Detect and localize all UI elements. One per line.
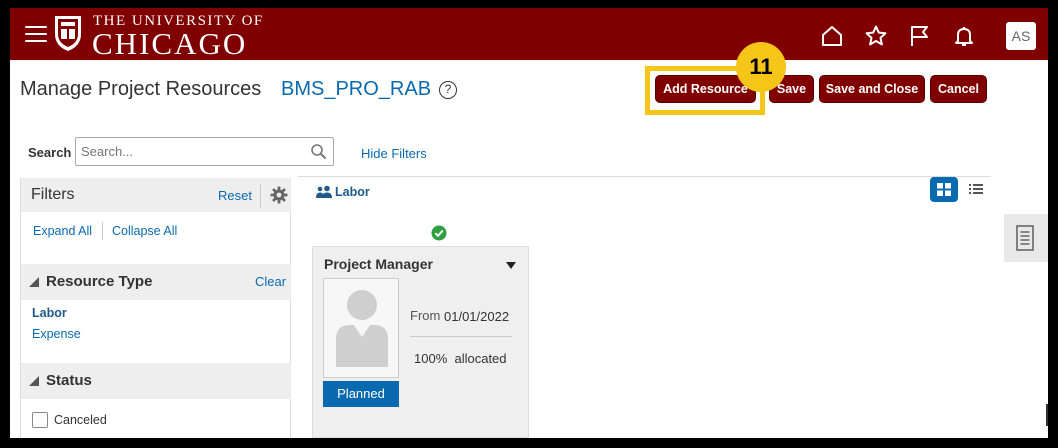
person-placeholder-icon [336,290,388,367]
project-name-link[interactable]: BMS_PRO_RAB [281,78,431,101]
search-icon[interactable] [310,143,327,160]
status-title: Status [46,372,92,389]
filters-header: Filters Reset [21,178,291,212]
resource-card[interactable]: Project Manager From 01/01/2022 100% all… [312,246,529,438]
global-header: THE UNIVERSITY OF CHICAGO AS [10,8,1048,61]
gear-icon[interactable] [270,186,288,204]
collapse-triangle-icon[interactable] [29,376,39,386]
content-divider [298,176,991,177]
hide-filters-link[interactable]: Hide Filters [361,146,427,161]
collapse-triangle-icon[interactable] [29,277,39,287]
clear-resource-type-link[interactable]: Clear [255,274,286,289]
status-canceled-checkbox[interactable] [32,412,48,428]
card-divider [410,336,512,337]
logo-wordmark-bottom: CHICAGO [92,26,248,61]
collapse-all-link[interactable]: Collapse All [112,224,177,238]
check-circle-icon [431,225,447,241]
people-group-icon [316,185,332,198]
home-icon[interactable] [820,24,844,48]
resource-type-title: Resource Type [46,273,153,290]
step-number-badge: 11 [736,42,786,92]
allocation-text: 100% allocated [414,351,507,366]
resource-type-section-header[interactable]: Resource Type Clear [21,264,291,300]
grid-view-icon [937,183,951,196]
app-window: THE UNIVERSITY OF CHICAGO AS Manage Proj… [10,8,1048,438]
university-shield-icon [55,16,81,51]
help-icon[interactable]: ? [439,81,457,99]
status-planned-badge[interactable]: Planned [323,381,399,407]
page-title: Manage Project Resources [20,78,262,100]
status-canceled-label: Canceled [54,413,107,427]
cancel-button[interactable]: Cancel [930,75,987,103]
search-label: Search [28,145,72,160]
side-panel-toggle[interactable] [1004,214,1048,262]
card-menu-caret-icon[interactable] [506,262,516,269]
filters-panel: Filters Reset Expand All Collapse All Re… [20,178,291,438]
search-input[interactable] [76,138,301,165]
document-icon [1016,225,1034,251]
from-label: From [410,308,441,323]
resource-type-option-expense[interactable]: Expense [32,327,81,341]
grid-view-button[interactable] [930,177,958,202]
filters-title: Filters [31,186,75,203]
flag-icon[interactable] [908,24,932,48]
resource-type-option-labor[interactable]: Labor [32,306,67,320]
bell-icon[interactable] [952,24,976,48]
header-separator [260,184,261,208]
reset-filters-link[interactable]: Reset [218,188,252,203]
expand-all-link[interactable]: Expand All [33,224,92,238]
user-avatar[interactable]: AS [1006,22,1036,50]
search-field [75,137,334,166]
status-section-header[interactable]: Status [21,363,291,399]
resource-avatar [323,278,399,378]
scrollbar-thumb[interactable] [1046,404,1048,426]
star-icon[interactable] [864,24,888,48]
labor-group-link[interactable]: Labor [335,185,370,199]
from-date: 01/01/2022 [444,309,510,324]
link-separator [102,222,103,240]
save-and-close-button[interactable]: Save and Close [819,75,925,103]
list-view-icon[interactable] [968,181,984,197]
resource-role-title: Project Manager [324,256,433,272]
hamburger-menu-icon[interactable] [25,26,47,42]
